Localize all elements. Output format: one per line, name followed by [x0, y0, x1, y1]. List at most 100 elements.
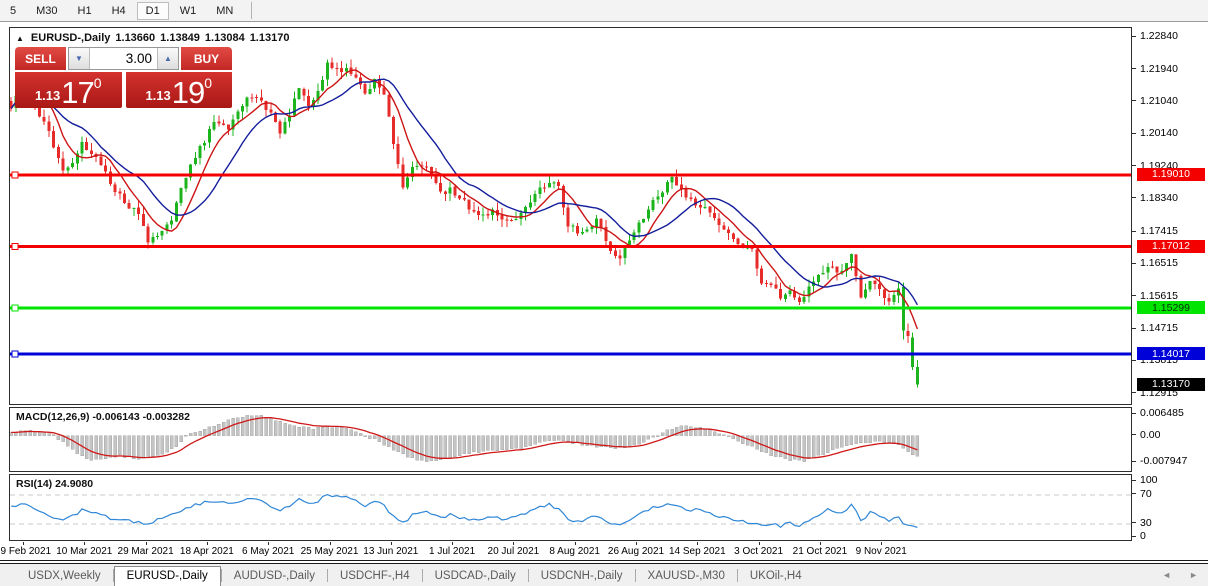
date-tick [759, 542, 760, 545]
ohlc-open: 1.13660 [115, 32, 155, 44]
sell-button[interactable]: SELL [15, 47, 66, 70]
price-tick-1.18340: 1.18340 [1132, 192, 1178, 204]
chart-tab-usdchf-h4[interactable]: USDCHF-,H4 [328, 567, 422, 586]
rsi-label: RSI(14) 24.9080 [16, 478, 93, 490]
timeframe-button-d1[interactable]: D1 [137, 2, 169, 20]
date-tick [330, 542, 331, 545]
volume-increase-button[interactable]: ▲ [157, 48, 178, 69]
macd-indicator-panel[interactable]: MACD(12,26,9) -0.006143 -0.003282 [9, 407, 1132, 472]
date-tick [513, 542, 514, 545]
volume-input[interactable]: 3.00 [90, 48, 157, 69]
date-axis: 19 Feb 202110 Mar 202129 Mar 202118 Apr … [9, 542, 1132, 560]
date-label-14-Sep-2021: 14 Sep 2021 [669, 546, 726, 557]
date-label-29-Mar-2021: 29 Mar 2021 [118, 546, 174, 557]
chart-tab-usdcad-daily[interactable]: USDCAD-,Daily [423, 567, 528, 586]
price-tick-1.15615: 1.15615 [1132, 290, 1178, 302]
rsi-line-chart [10, 475, 1131, 540]
buy-price-tile[interactable]: 1.13 19 0 [126, 72, 233, 108]
macd-tick--0.007947: -0.007947 [1132, 455, 1187, 467]
rsi-line [11, 495, 917, 528]
timeframe-button-h1[interactable]: H1 [69, 2, 101, 20]
date-label-20-Jul-2021: 20 Jul 2021 [488, 546, 540, 557]
date-label-8-Aug-2021: 8 Aug 2021 [549, 546, 600, 557]
buy-price-prefix: 1.13 [145, 88, 170, 103]
level-handle [12, 172, 18, 178]
level-handle [12, 305, 18, 311]
chart-tab-bar: USDX,WeeklyEURUSD-,DailyAUDUSD-,DailyUSD… [0, 564, 1208, 586]
level-price-label-1.19010: 1.19010 [1137, 168, 1205, 181]
sell-price-prefix: 1.13 [35, 88, 60, 103]
timeframe-button-mn[interactable]: MN [207, 2, 242, 20]
level-handle [12, 351, 18, 357]
price-chart-panel[interactable]: ▲ EURUSD-,Daily 1.13660 1.13849 1.13084 … [9, 27, 1132, 405]
date-label-9-Nov-2021: 9 Nov 2021 [856, 546, 907, 557]
sell-price-big: 17 [61, 80, 93, 105]
toolbar-separator [251, 2, 252, 19]
date-tick [881, 542, 882, 545]
rsi-tick-70: 70 [1132, 488, 1152, 500]
ohlc-high: 1.13849 [160, 32, 200, 44]
date-label-18-Apr-2021: 18 Apr 2021 [180, 546, 234, 557]
rsi-tick-30: 30 [1132, 517, 1152, 529]
chart-tab-usdcnh-daily[interactable]: USDCNH-,Daily [529, 567, 635, 586]
buy-price-pip: 0 [204, 75, 212, 91]
volume-decrease-button[interactable]: ▼ [69, 48, 90, 69]
date-label-19-Feb-2021: 19 Feb 2021 [0, 546, 51, 557]
price-tick-1.21940: 1.21940 [1132, 63, 1178, 75]
date-tick [84, 542, 85, 545]
date-tick [268, 542, 269, 545]
tab-scroll-left-icon[interactable]: ◄ [1162, 570, 1171, 580]
chart-tab-eurusd-daily[interactable]: EURUSD-,Daily [114, 566, 221, 586]
ohlc-low: 1.13084 [205, 32, 245, 44]
collapse-arrow-icon[interactable]: ▲ [16, 34, 24, 43]
level-price-label-1.15299: 1.15299 [1137, 301, 1205, 314]
chart-tab-usdx-weekly[interactable]: USDX,Weekly [16, 567, 113, 586]
ohlc-close: 1.13170 [250, 32, 290, 44]
buy-button[interactable]: BUY [181, 47, 232, 70]
sell-price-tile[interactable]: 1.13 17 0 [15, 72, 122, 108]
rsi-indicator-panel[interactable]: RSI(14) 24.9080 [9, 474, 1132, 541]
price-tick-1.21040: 1.21040 [1132, 95, 1178, 107]
price-tick-1.16515: 1.16515 [1132, 257, 1178, 269]
timeframe-button-h4[interactable]: H4 [103, 2, 135, 20]
level-price-label-1.17012: 1.17012 [1137, 240, 1205, 253]
chart-symbol-period: EURUSD-,Daily [31, 32, 110, 44]
rsi-tick-100: 100 [1132, 474, 1158, 486]
timeframe-button-w1[interactable]: W1 [171, 2, 206, 20]
rsi-tick-0: 0 [1132, 530, 1146, 542]
sell-price-pip: 0 [94, 75, 102, 91]
date-tick [575, 542, 576, 545]
macd-label: MACD(12,26,9) -0.006143 -0.003282 [16, 411, 190, 423]
price-tick-1.22840: 1.22840 [1132, 30, 1178, 42]
date-label-25-May-2021: 25 May 2021 [301, 546, 359, 557]
horizontal-level-lines [10, 172, 1131, 357]
price-tick-1.20140: 1.20140 [1132, 127, 1178, 139]
price-axis: 1.228401.219401.210401.201401.192401.183… [1132, 27, 1208, 560]
level-price-label-1.14017: 1.14017 [1137, 347, 1205, 360]
price-tick-1.14715: 1.14715 [1132, 322, 1178, 334]
timeframe-button-m30[interactable]: M30 [27, 2, 66, 20]
tab-scroll-right-icon[interactable]: ► [1189, 570, 1198, 580]
date-tick [23, 542, 24, 545]
date-label-3-Oct-2021: 3 Oct 2021 [734, 546, 783, 557]
chart-tab-xauusd-m30[interactable]: XAUUSD-,M30 [636, 567, 737, 586]
date-tick [207, 542, 208, 545]
current-price-label: 1.13170 [1137, 378, 1205, 391]
date-label-10-Mar-2021: 10 Mar 2021 [56, 546, 112, 557]
timeframe-button-5[interactable]: 5 [1, 2, 25, 20]
timeframe-toolbar: 5M30H1H4D1W1MN [0, 0, 1208, 22]
macd-tick-0.006485: 0.006485 [1132, 407, 1184, 419]
date-label-6-May-2021: 6 May 2021 [242, 546, 294, 557]
date-label-1-Jul-2021: 1 Jul 2021 [429, 546, 475, 557]
macd-tick-0.00: 0.00 [1132, 429, 1160, 441]
chart-tab-audusd-daily[interactable]: AUDUSD-,Daily [222, 567, 327, 586]
date-label-21-Oct-2021: 21 Oct 2021 [793, 546, 847, 557]
chart-tab-ukoil-h4[interactable]: UKOil-,H4 [738, 567, 814, 586]
one-click-trade-panel: SELL ▼ 3.00 ▲ BUY 1.13 17 0 1.13 19 0 [15, 47, 232, 108]
date-tick [697, 542, 698, 545]
chart-title: ▲ EURUSD-,Daily 1.13660 1.13849 1.13084 … [16, 32, 289, 44]
tab-scroll-buttons: ◄ ► [1162, 570, 1198, 580]
date-tick [452, 542, 453, 545]
date-tick [820, 542, 821, 545]
price-tick-1.17415: 1.17415 [1132, 225, 1178, 237]
